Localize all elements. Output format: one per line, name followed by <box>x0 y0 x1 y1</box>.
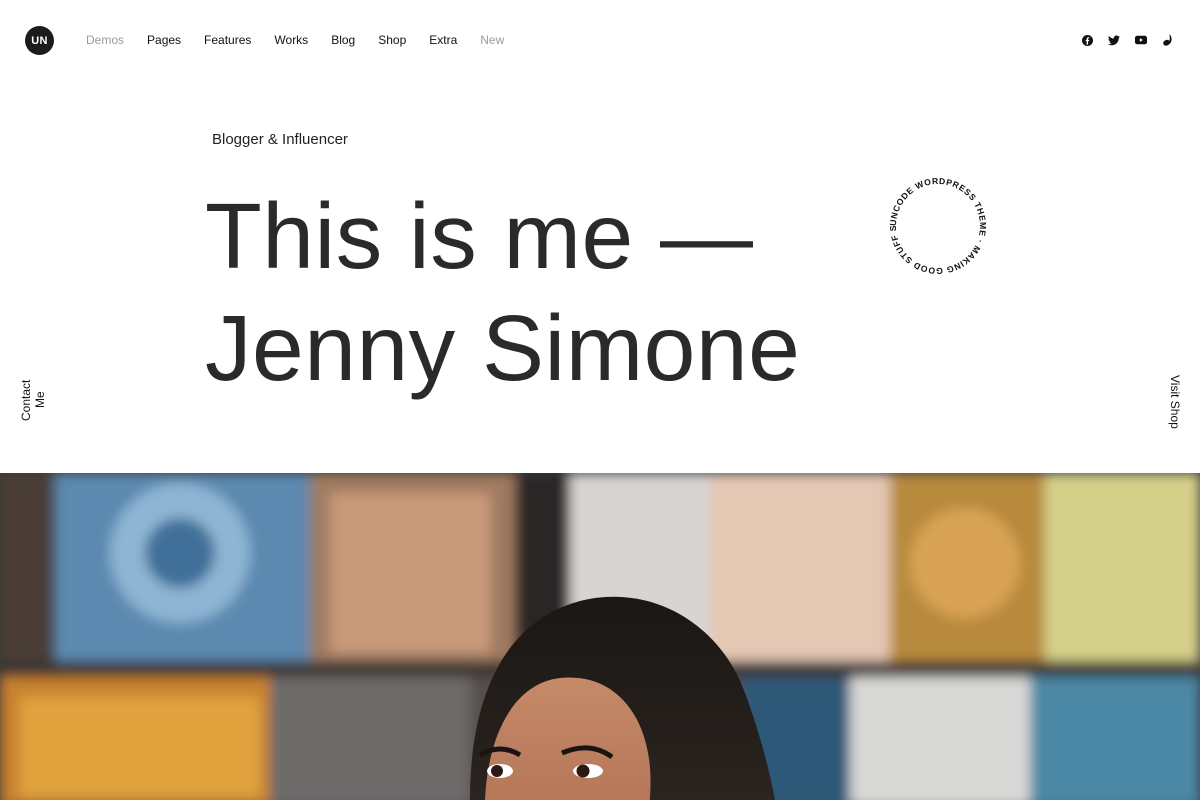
rotating-badge: UNCODE WORDPRESS THEME · MAKING GOOD STU… <box>881 164 992 280</box>
facebook-icon[interactable] <box>1081 34 1093 46</box>
nav-extra[interactable]: Extra <box>429 33 457 48</box>
social-links <box>1081 34 1174 46</box>
badge-text: UNCODE WORDPRESS THEME · MAKING GOOD STU… <box>881 164 988 276</box>
svg-text:UNCODE WORDPRESS THEME · MAKIN: UNCODE WORDPRESS THEME · MAKING GOOD STU… <box>884 172 988 276</box>
visit-shop-link[interactable]: Visit Shop <box>1166 372 1182 432</box>
youtube-icon[interactable] <box>1135 34 1147 46</box>
nav-new[interactable]: New <box>480 33 504 48</box>
site-logo[interactable]: UN <box>25 26 54 55</box>
nav-pages[interactable]: Pages <box>147 33 181 48</box>
hero-photo <box>0 473 1200 800</box>
nav-shop[interactable]: Shop <box>378 33 406 48</box>
twitter-icon[interactable] <box>1108 34 1120 46</box>
main-nav: Demos Pages Features Works Blog Shop Ext… <box>86 33 527 48</box>
contact-me-link[interactable]: Contact Me <box>19 370 47 430</box>
dribbble-icon[interactable] <box>1162 34 1174 46</box>
headline-line-1: This is me — <box>205 184 754 288</box>
hero-headline: This is me — Jenny Simone <box>205 180 800 404</box>
nav-blog[interactable]: Blog <box>331 33 355 48</box>
hero-eyebrow: Blogger & Influencer <box>212 131 348 148</box>
headline-line-2: Jenny Simone <box>205 296 801 400</box>
nav-features[interactable]: Features <box>204 33 251 48</box>
nav-works[interactable]: Works <box>274 33 308 48</box>
site-header: UN Demos Pages Features Works Blog Shop … <box>0 0 1200 82</box>
nav-demos[interactable]: Demos <box>86 33 124 48</box>
